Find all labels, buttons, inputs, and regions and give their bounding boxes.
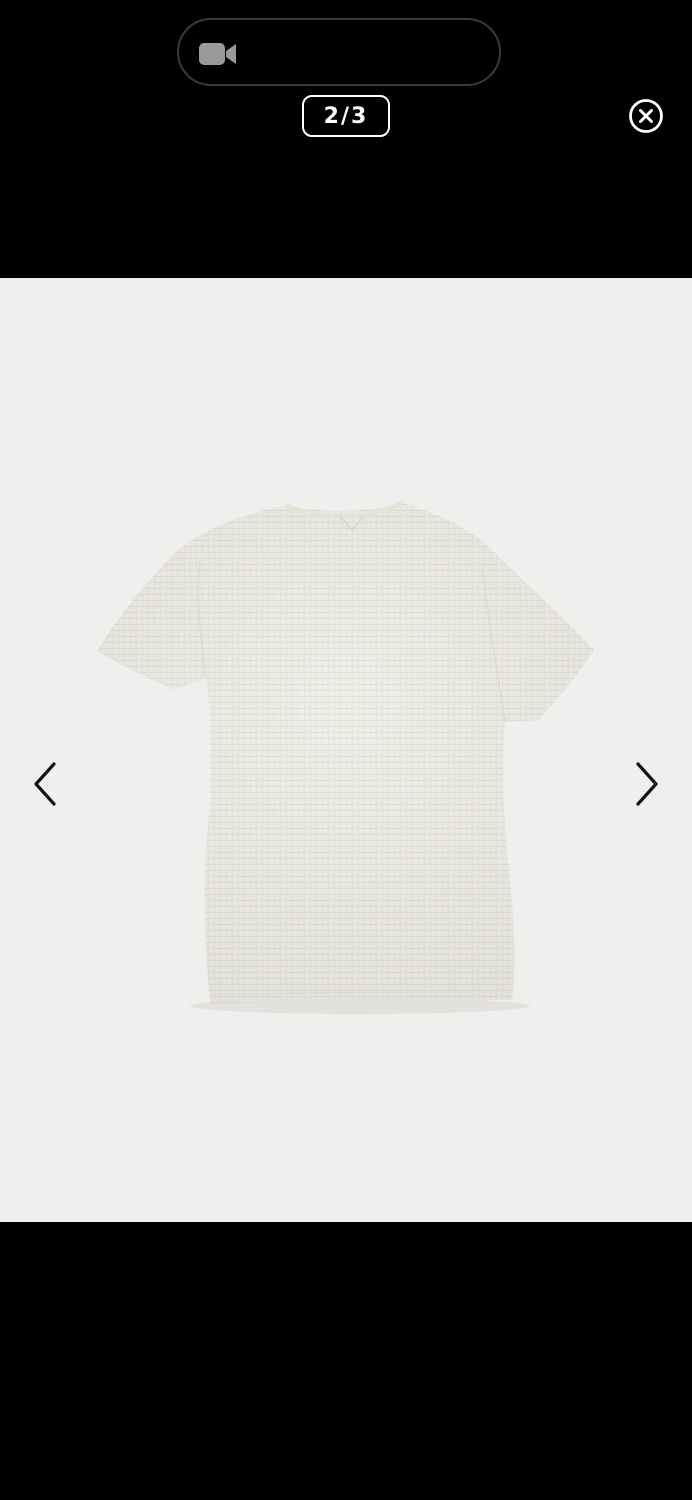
- image-counter: 2/3: [302, 95, 390, 137]
- chevron-left-icon[interactable]: [26, 754, 66, 814]
- product-image: [97, 501, 594, 1014]
- chevron-right-icon[interactable]: [626, 754, 666, 814]
- close-icon[interactable]: [628, 98, 664, 134]
- video-camera-icon: [199, 43, 236, 65]
- call-indicator-pill[interactable]: [177, 18, 501, 86]
- image-viewer[interactable]: [0, 278, 692, 1222]
